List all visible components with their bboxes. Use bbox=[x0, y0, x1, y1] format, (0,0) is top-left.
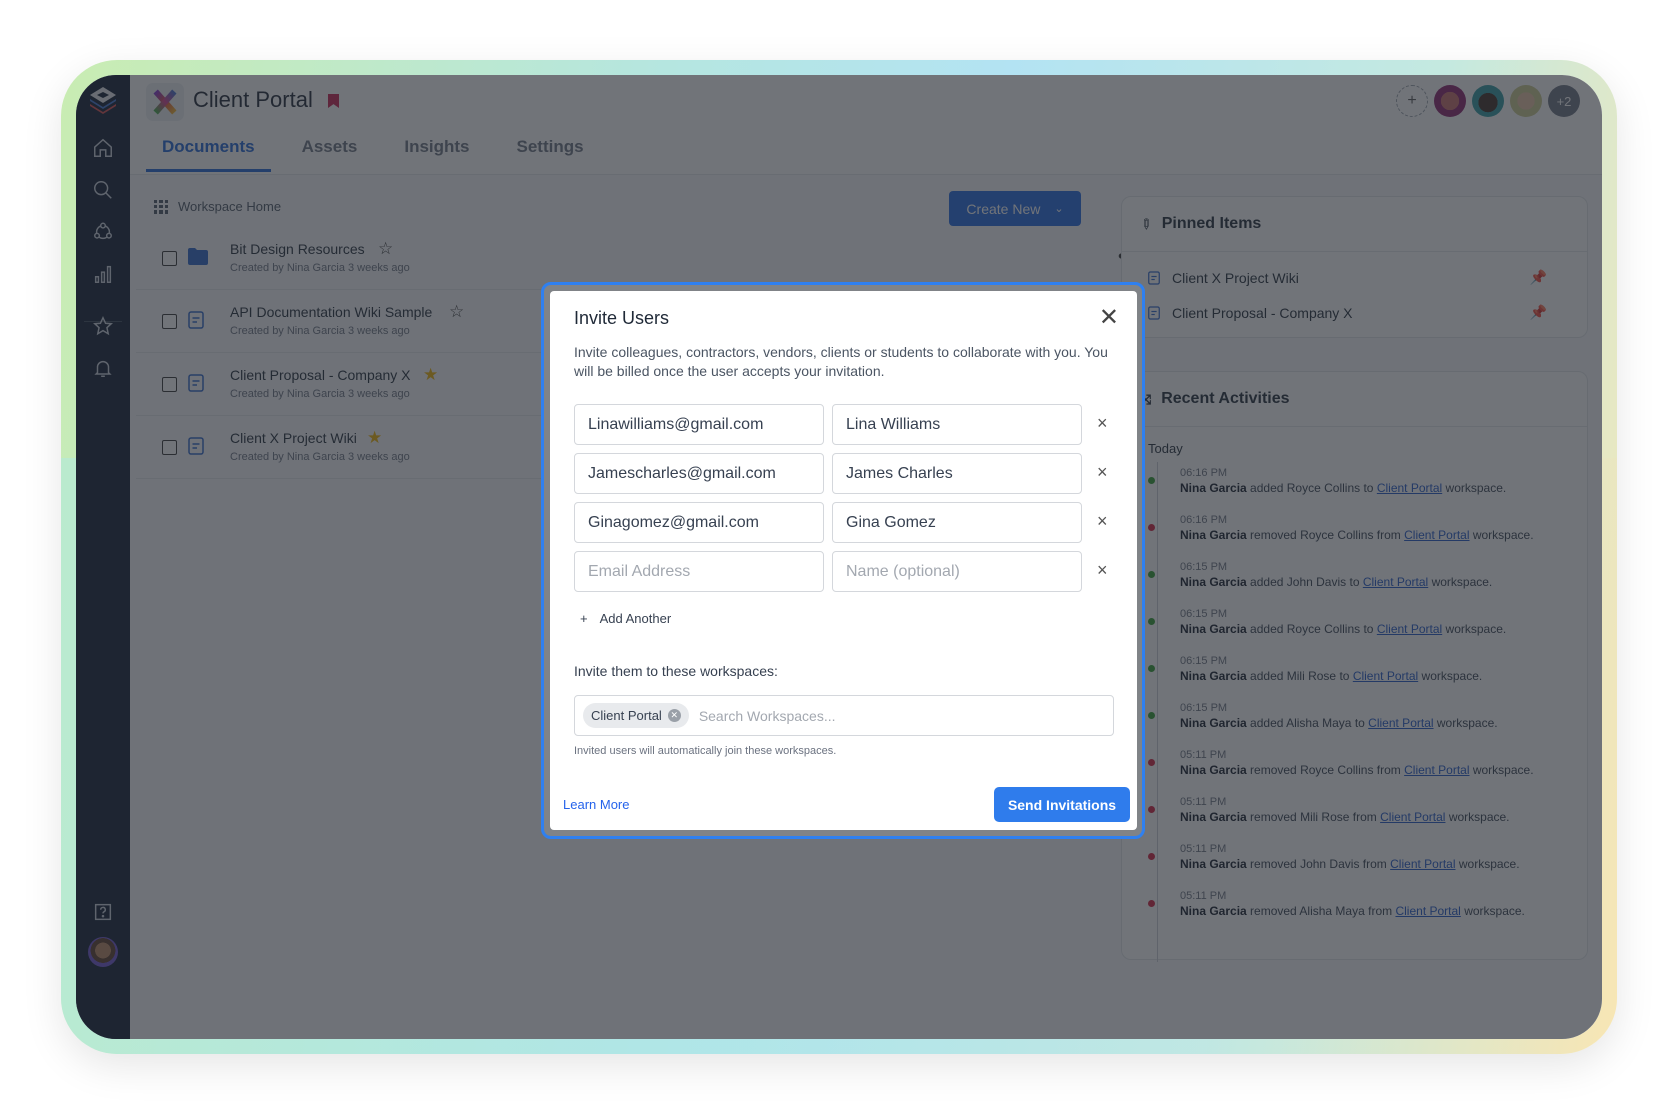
remove-row-icon[interactable]: × bbox=[1097, 560, 1108, 581]
remove-row-icon[interactable]: × bbox=[1097, 413, 1108, 434]
email-field[interactable] bbox=[574, 404, 824, 445]
plus-icon: + bbox=[580, 611, 588, 626]
email-field[interactable] bbox=[574, 551, 824, 592]
workspace-selector[interactable]: Client Portal ✕ bbox=[574, 695, 1114, 736]
email-field[interactable] bbox=[574, 502, 824, 543]
remove-chip-icon[interactable]: ✕ bbox=[667, 709, 681, 722]
name-field[interactable] bbox=[832, 551, 1082, 592]
modal-title: Invite Users bbox=[574, 308, 670, 328]
workspace-search-input[interactable] bbox=[698, 707, 1079, 724]
name-field[interactable] bbox=[832, 453, 1082, 494]
name-field[interactable] bbox=[832, 404, 1082, 445]
remove-row-icon[interactable]: × bbox=[1097, 511, 1108, 532]
workspaces-label: Invite them to these workspaces: bbox=[574, 663, 778, 679]
workspace-chip-label: Client Portal bbox=[591, 708, 662, 723]
email-field[interactable] bbox=[574, 453, 824, 494]
send-invitations-button[interactable]: Send Invitations bbox=[994, 787, 1130, 822]
workspaces-hint: Invited users will automatically join th… bbox=[574, 745, 837, 757]
name-field[interactable] bbox=[832, 502, 1082, 543]
workspace-chip: Client Portal ✕ bbox=[583, 703, 689, 728]
learn-more-link[interactable]: Learn More bbox=[563, 797, 629, 812]
add-another-button[interactable]: + Add Another bbox=[580, 611, 671, 626]
close-icon[interactable]: ✕ bbox=[1099, 306, 1119, 330]
add-another-label: Add Another bbox=[599, 611, 672, 626]
modal-description: Invite colleagues, contractors, vendors,… bbox=[574, 344, 1108, 379]
remove-row-icon[interactable]: × bbox=[1097, 462, 1108, 483]
invite-users-modal: Invite Users ✕ Invite colleagues, contra… bbox=[550, 291, 1137, 830]
